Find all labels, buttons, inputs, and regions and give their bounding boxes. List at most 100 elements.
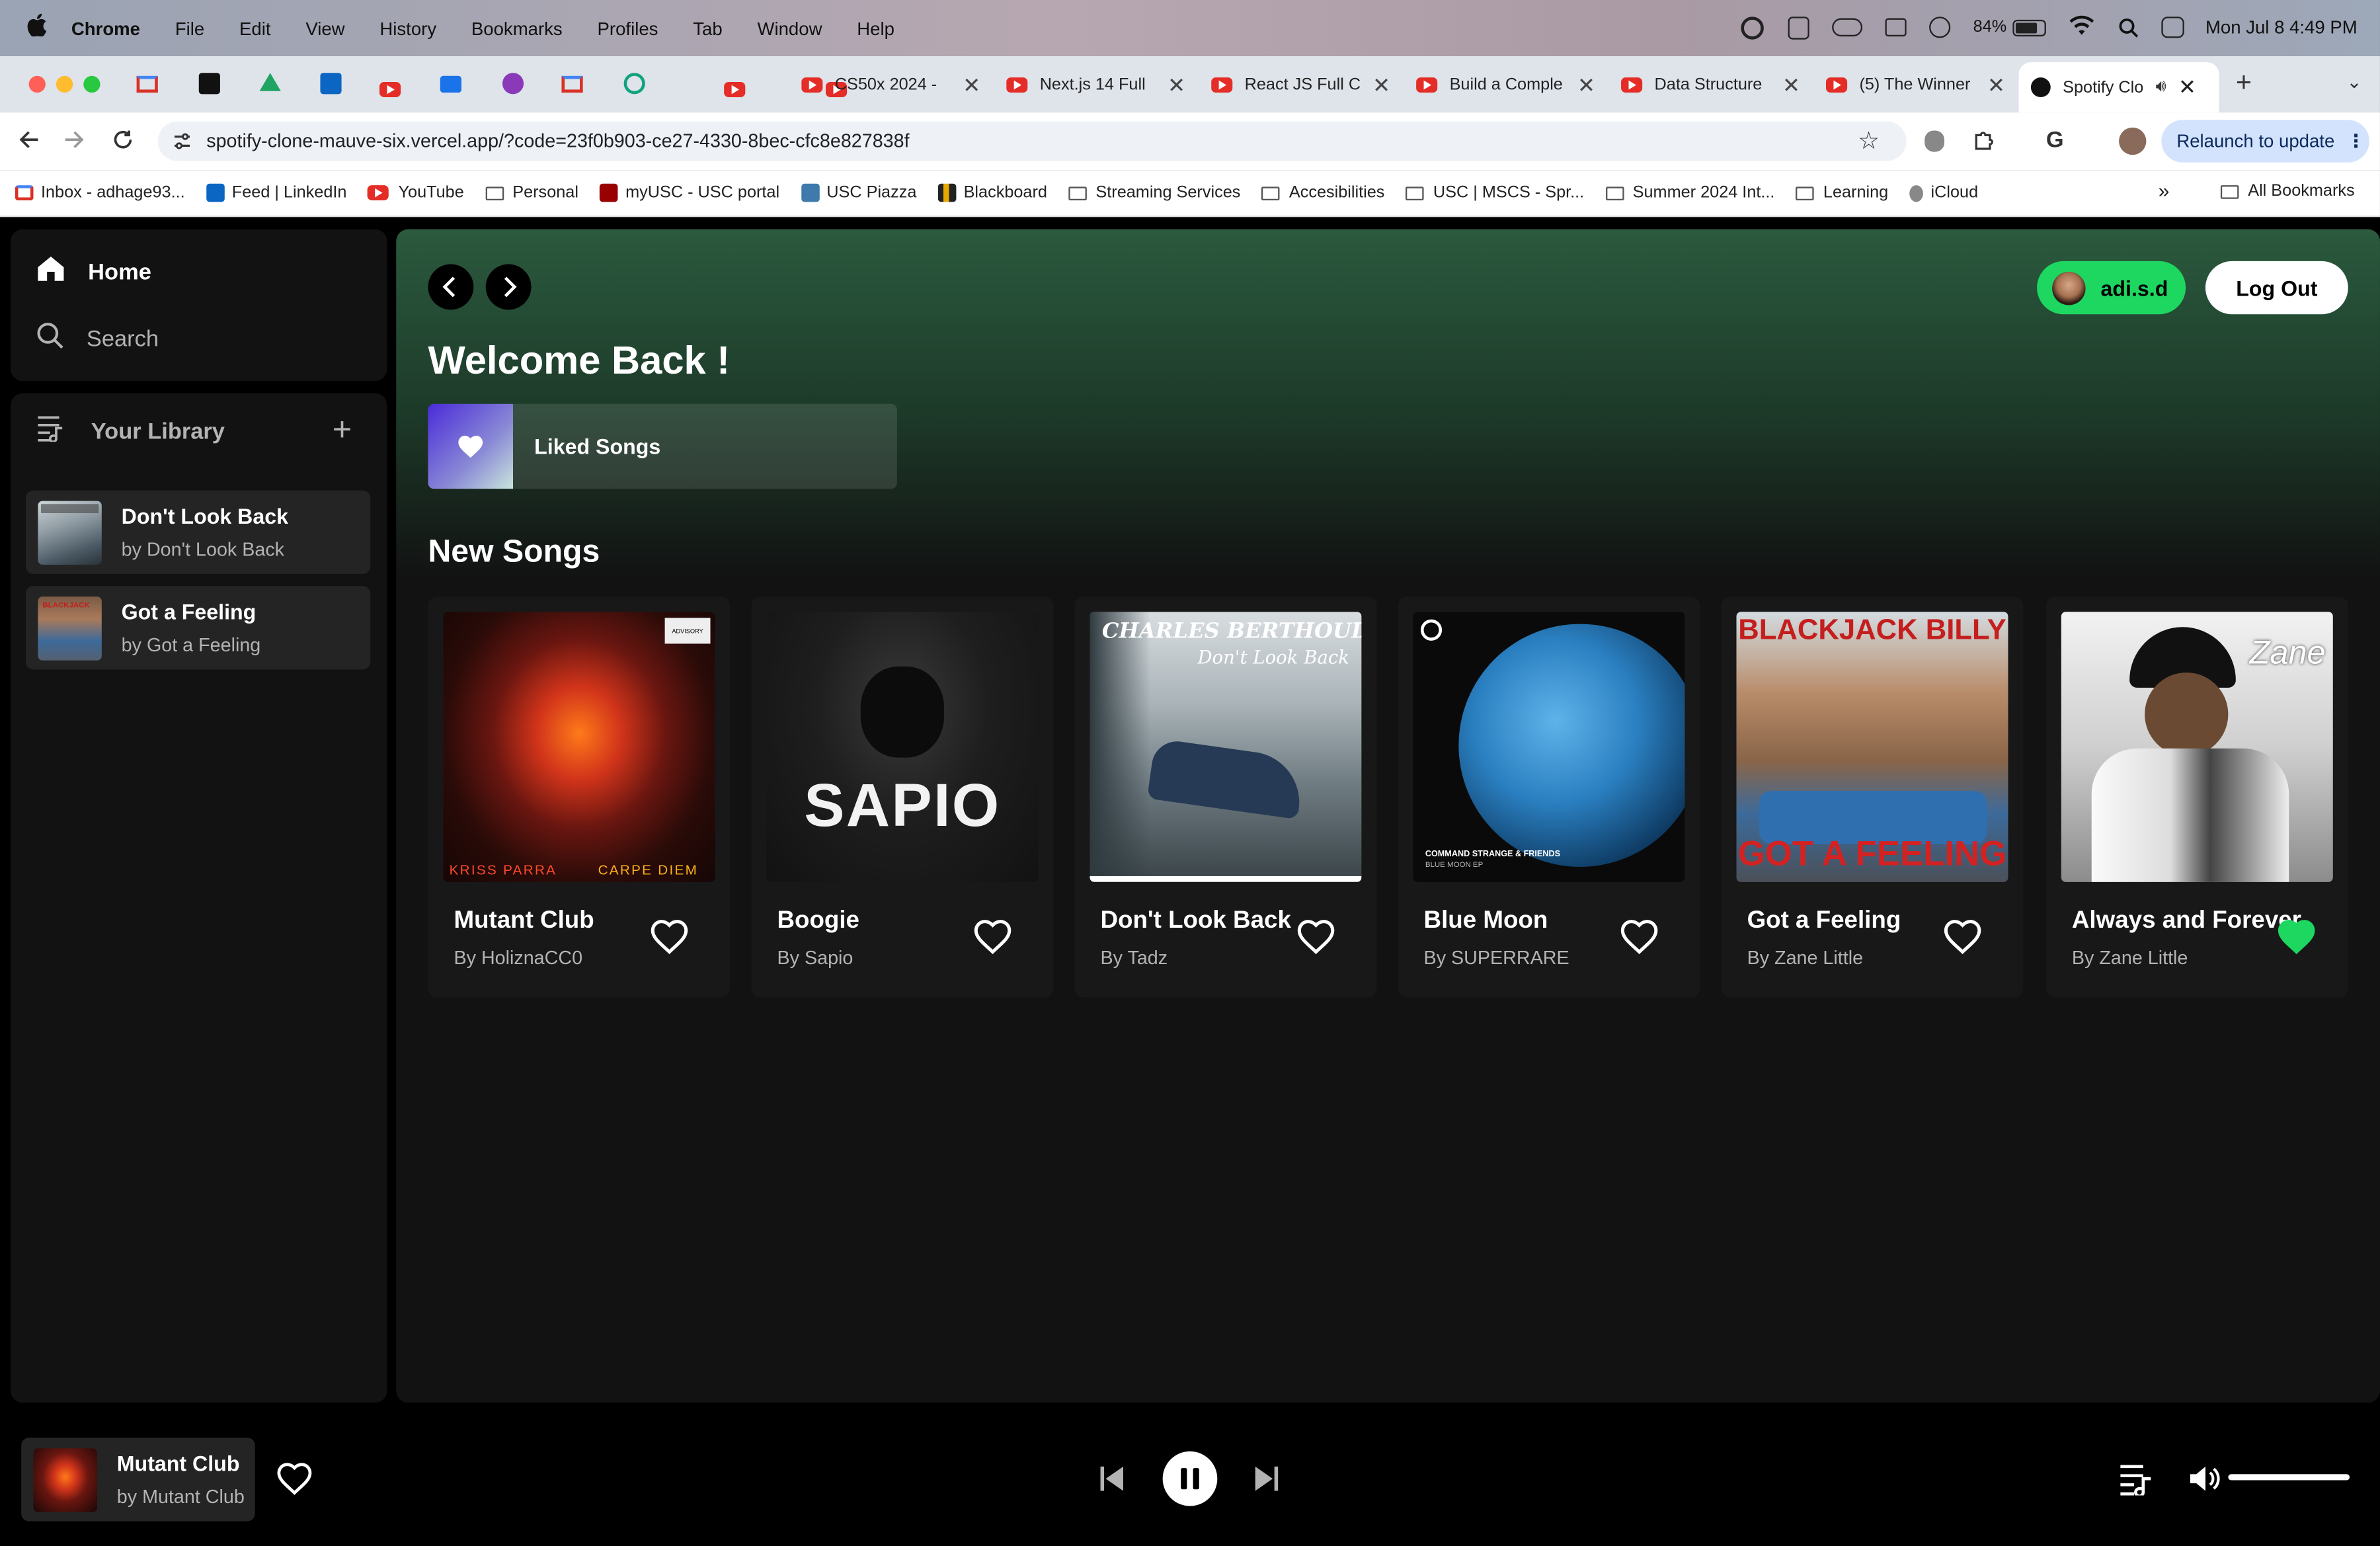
menu-help[interactable]: Help: [857, 17, 894, 38]
tab-nextjs[interactable]: Next.js 14 Full ✕: [1006, 62, 1185, 108]
extension-bug-icon[interactable]: [1924, 130, 1945, 152]
profile-avatar[interactable]: [2119, 127, 2147, 155]
sidebar-item-search[interactable]: Search: [36, 321, 159, 356]
all-bookmarks-folder[interactable]: All Bookmarks: [2220, 183, 2355, 200]
pinned-tab-linkedin-icon[interactable]: [320, 73, 342, 95]
window-maximize-button[interactable]: [83, 75, 100, 93]
control-center-icon[interactable]: [2161, 17, 2184, 38]
tab-close-icon[interactable]: ✕: [1577, 72, 1595, 98]
heart-filled-icon[interactable]: [2274, 914, 2319, 959]
now-playing-heart-outline-icon[interactable]: [273, 1457, 315, 1508]
volume-slider[interactable]: [2228, 1474, 2350, 1481]
library-header[interactable]: Your Library: [36, 413, 225, 449]
tab-search-chevron-icon[interactable]: ⌄: [2346, 71, 2361, 93]
grammarly-icon[interactable]: [1741, 17, 1764, 40]
back-arrow-icon[interactable]: [19, 129, 40, 158]
liked-songs-shortcut[interactable]: Liked Songs: [428, 403, 897, 489]
bookmark-star-icon[interactable]: ☆: [1858, 126, 1880, 157]
forward-arrow-icon[interactable]: [63, 129, 85, 158]
tab-close-icon[interactable]: ✕: [1987, 72, 2005, 98]
menu-bookmarks[interactable]: Bookmarks: [471, 17, 563, 38]
menu-window[interactable]: Window: [757, 17, 822, 38]
pinned-tab-podcast-icon[interactable]: [502, 73, 524, 95]
library-item[interactable]: Don't Look Back by Don't Look Back: [26, 490, 371, 574]
pinned-tab-gmail2-icon[interactable]: [561, 75, 583, 93]
song-card[interactable]: Zane Always and Forever By Zane Little: [2045, 596, 2348, 998]
tab-data-structures[interactable]: Data Structure ✕: [1621, 62, 1800, 108]
bookmark-icloud[interactable]: iCloud: [1909, 184, 1978, 202]
user-profile-button[interactable]: adi.s.d: [2037, 261, 2186, 315]
calendar-widget-icon[interactable]: [1788, 17, 1809, 40]
tab-close-icon[interactable]: ✕: [1168, 72, 1185, 98]
queue-icon[interactable]: [2119, 1462, 2155, 1503]
pinned-tab-youtube2-icon[interactable]: [725, 81, 746, 97]
tab-close-icon[interactable]: ✕: [1782, 72, 1800, 98]
heart-outline-icon[interactable]: [1293, 914, 1339, 959]
song-card[interactable]: SAPIO Boogie By Sapio: [751, 596, 1054, 998]
tab-cs50x[interactable]: CS50x 2024 - ✕: [801, 62, 980, 108]
pinned-tab-r-icon[interactable]: [198, 73, 220, 95]
window-minimize-button[interactable]: [56, 75, 73, 93]
battery-icon[interactable]: [2012, 19, 2046, 37]
menu-tab[interactable]: Tab: [693, 17, 722, 38]
menu-extra-icon[interactable]: [1885, 18, 1907, 37]
tab-the-winner[interactable]: (5) The Winner ✕: [1825, 62, 2005, 108]
relaunch-to-update-button[interactable]: Relaunch to update ⋮: [2161, 120, 2369, 163]
menubar-clock[interactable]: Mon Jul 8 4:49 PM: [2205, 17, 2358, 38]
menu-history[interactable]: History: [379, 17, 436, 38]
tab-reactjs[interactable]: React JS Full C ✕: [1211, 62, 1390, 108]
heart-outline-icon[interactable]: [1616, 914, 1662, 959]
pinned-tab-drive-icon[interactable]: [259, 73, 281, 91]
site-info-icon[interactable]: [171, 130, 192, 159]
volume-speaker-icon[interactable]: [2189, 1465, 2223, 1500]
song-card[interactable]: ADVISORY Kriss Parra Carpe Diem Mutant C…: [428, 596, 731, 998]
bookmark-gmail-inbox[interactable]: Inbox - adhage93...: [15, 184, 185, 202]
address-bar[interactable]: spotify-clone-mauve-six.vercel.app/?code…: [157, 121, 1907, 161]
bookmark-blackboard[interactable]: Blackboard: [937, 183, 1047, 202]
bookmark-folder-accesibilities[interactable]: Accesibilities: [1261, 184, 1384, 202]
spotlight-search-icon[interactable]: [2119, 19, 2139, 43]
tab-close-icon[interactable]: ✕: [1372, 72, 1390, 98]
bookmark-linkedin[interactable]: Feed | LinkedIn: [206, 183, 346, 202]
apple-icon[interactable]: [27, 13, 47, 43]
window-close-button[interactable]: [28, 75, 46, 93]
skip-previous-icon[interactable]: [1099, 1465, 1125, 1500]
heart-outline-icon[interactable]: [1940, 914, 1985, 959]
play-circle-icon[interactable]: [1929, 17, 1951, 38]
bookmark-myusc[interactable]: myUSC - USC portal: [600, 183, 779, 202]
skip-next-icon[interactable]: [1253, 1465, 1279, 1500]
logout-button[interactable]: Log Out: [2205, 261, 2348, 315]
now-playing-card[interactable]: Mutant Club by Mutant Club: [21, 1438, 255, 1522]
nav-back-button[interactable]: [428, 264, 474, 310]
song-card[interactable]: COMMAND STRANGE & FRIENDS BLUE MOON EP B…: [1398, 596, 1700, 998]
pinned-tab-gmail-icon[interactable]: [136, 75, 158, 93]
library-item[interactable]: BLACKJACK Got a Feeling by Got a Feeling: [26, 586, 371, 670]
pinned-tab-chatgpt-icon[interactable]: [623, 73, 645, 95]
bookmark-folder-usc-mscs[interactable]: USC | MSCS - Spr...: [1406, 184, 1584, 202]
heart-outline-icon[interactable]: [970, 914, 1015, 959]
cloud-sync-icon[interactable]: [1832, 18, 1863, 37]
url-text[interactable]: spotify-clone-mauve-six.vercel.app/?code…: [206, 130, 909, 151]
menu-edit[interactable]: Edit: [239, 17, 270, 38]
tab-build-complete[interactable]: Build a Comple ✕: [1416, 62, 1595, 108]
song-card[interactable]: BLACKJACK BILLY GOT A FEELING Got a Feel…: [1721, 596, 2024, 998]
reload-icon[interactable]: [112, 129, 134, 158]
tab-spotify-active[interactable]: Spotify Clo 🔊︎ ✕: [2018, 62, 2219, 112]
menu-view[interactable]: View: [305, 17, 344, 38]
song-card[interactable]: CHARLES BERTHOUD Don't Look Back Don't L…: [1074, 596, 1377, 998]
nav-forward-button[interactable]: [485, 264, 532, 310]
bookmark-folder-personal[interactable]: Personal: [485, 184, 578, 202]
google-g-icon[interactable]: G: [2046, 128, 2064, 153]
pinned-tab-video-icon[interactable]: [440, 75, 461, 93]
extensions-puzzle-icon[interactable]: [1973, 129, 1996, 159]
menu-file[interactable]: File: [175, 17, 204, 38]
bookmarks-overflow-chevron-icon[interactable]: »: [2159, 179, 2170, 202]
tab-close-icon[interactable]: ✕: [963, 72, 980, 98]
menu-app-name[interactable]: Chrome: [71, 17, 140, 38]
menu-profiles[interactable]: Profiles: [598, 17, 658, 38]
bookmark-usc-piazza[interactable]: USC Piazza: [801, 183, 916, 202]
bookmark-folder-learning[interactable]: Learning: [1796, 184, 1888, 202]
wifi-icon[interactable]: [2069, 15, 2094, 41]
sidebar-item-home[interactable]: Home: [36, 255, 151, 289]
audio-playing-icon[interactable]: 🔊︎: [2156, 77, 2166, 97]
